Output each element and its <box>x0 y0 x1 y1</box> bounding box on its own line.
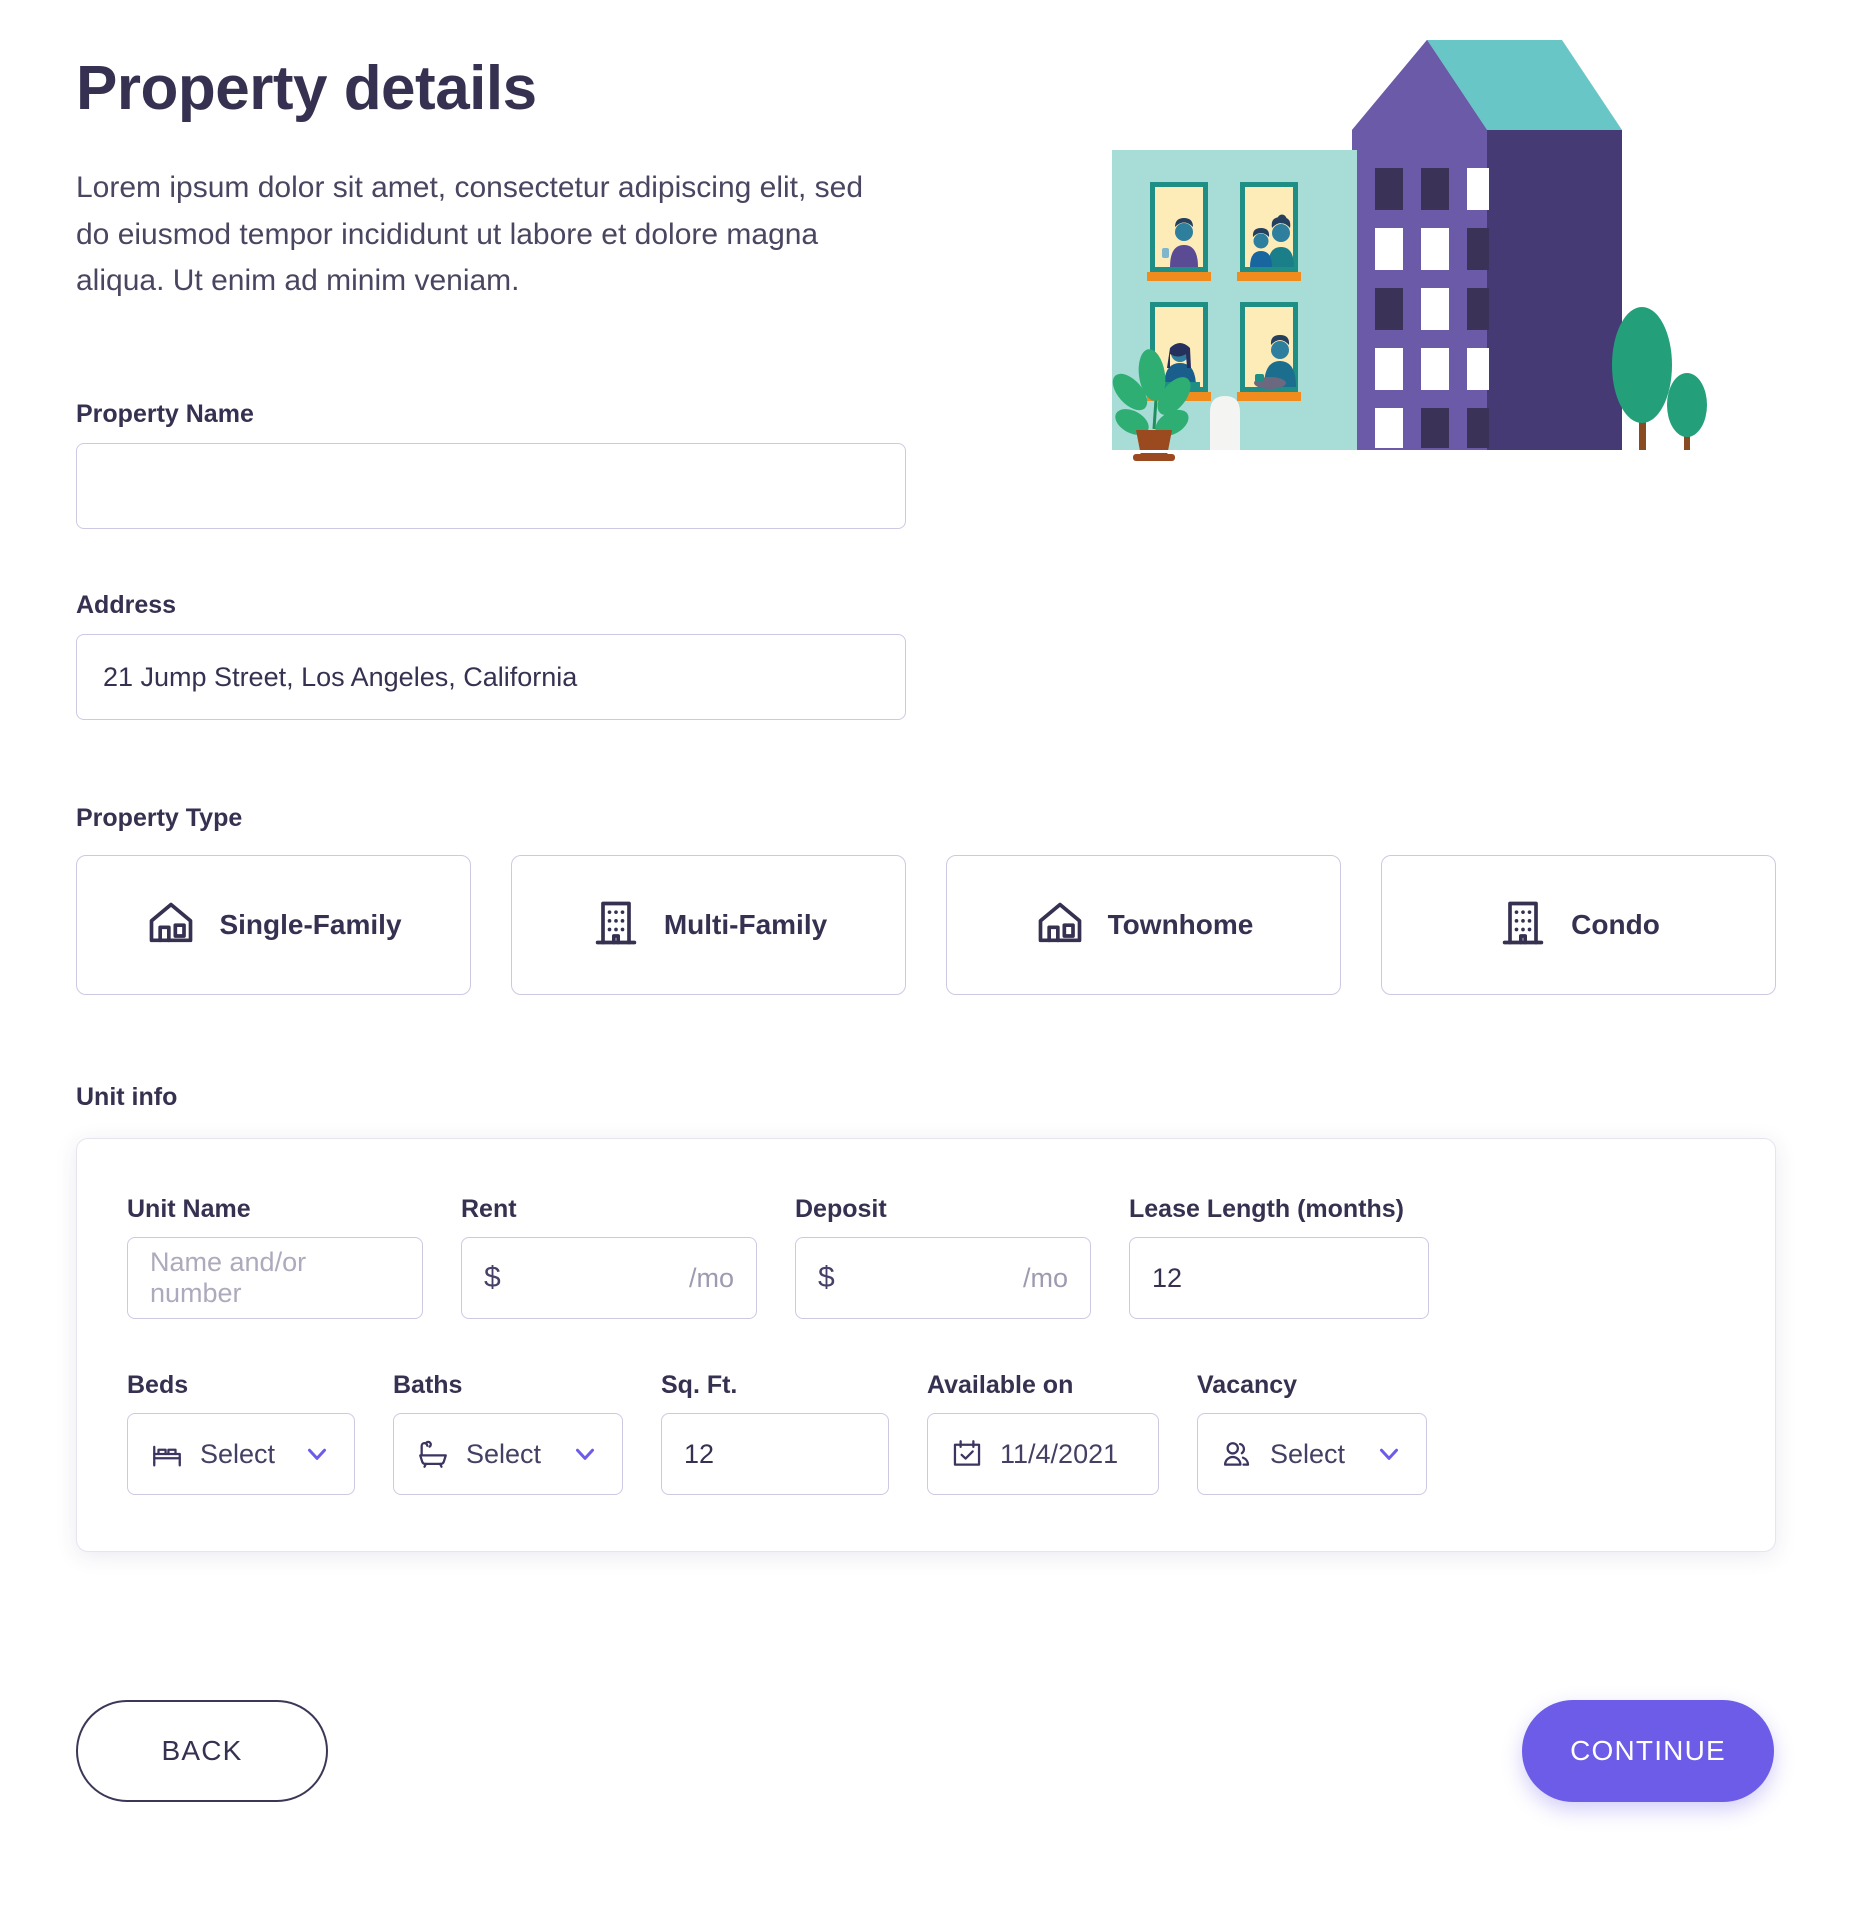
rent-field: Rent $ /mo <box>461 1195 757 1319</box>
property-type-option-multi-family[interactable]: Multi-Family <box>511 855 906 995</box>
vacancy-label: Vacancy <box>1197 1371 1298 1399</box>
page-subtitle: Lorem ipsum dolor sit amet, consectetur … <box>76 171 864 298</box>
property-type-section: Property Type Single-Family Multi-Family… <box>76 804 1776 995</box>
property-name-label: Property Name <box>76 400 254 428</box>
beds-select[interactable]: Select <box>127 1413 355 1495</box>
available-on-input[interactable]: 11/4/2021 <box>927 1413 1159 1495</box>
baths-field: Baths Select <box>393 1371 623 1495</box>
property-type-option-label: Single-Family <box>219 909 402 940</box>
available-on-field: Available on 11/4/2021 <box>927 1371 1159 1495</box>
deposit-field: Deposit $ /mo <box>795 1195 1091 1319</box>
house-icon <box>145 897 197 954</box>
available-on-value: 11/4/2021 <box>1000 1438 1119 1469</box>
vacancy-select[interactable]: Select <box>1197 1413 1427 1495</box>
beds-value: Select <box>200 1438 276 1469</box>
unit-info-label: Unit info <box>76 1083 178 1111</box>
property-name-group: Property Name <box>76 400 1776 529</box>
unit-name-placeholder: Name and/or number <box>150 1247 307 1308</box>
property-form: Property Name Address 21 Jump Street, Lo… <box>76 400 1776 1552</box>
calendar-check-icon <box>950 1437 984 1471</box>
rent-suffix: /mo <box>688 1262 734 1293</box>
sqft-input[interactable]: 12 <box>661 1413 889 1495</box>
property-type-label: Property Type <box>76 804 243 832</box>
lease-length-field: Lease Length (months) 12 <box>1129 1195 1429 1319</box>
continue-button[interactable]: CONTINUE <box>1522 1700 1774 1802</box>
unit-name-field: Unit Name Name and/or number <box>127 1195 423 1319</box>
property-type-option-single-family[interactable]: Single-Family <box>76 855 471 995</box>
deposit-label: Deposit <box>795 1195 887 1223</box>
currency-symbol: $ <box>484 1261 501 1294</box>
property-details-page: Property details Lorem ipsum dolor sit a… <box>0 0 1850 1918</box>
beds-label: Beds <box>127 1371 189 1399</box>
chevron-down-icon[interactable] <box>570 1439 600 1469</box>
unit-name-label: Unit Name <box>127 1195 251 1223</box>
vacancy-value: Select <box>1270 1438 1346 1469</box>
sqft-label: Sq. Ft. <box>661 1371 738 1399</box>
beds-field: Beds Select <box>127 1371 355 1495</box>
address-label: Address <box>76 591 177 619</box>
building-icon <box>590 897 642 954</box>
property-type-option-label: Townhome <box>1107 909 1254 940</box>
form-footer: BACK CONTINUE <box>76 1700 1774 1810</box>
property-name-input[interactable] <box>76 443 906 529</box>
chevron-down-icon[interactable] <box>1374 1439 1404 1469</box>
address-input[interactable]: 21 Jump Street, Los Angeles, California <box>76 634 906 720</box>
address-group: Address 21 Jump Street, Los Angeles, Cal… <box>76 591 1776 720</box>
rent-input[interactable]: $ /mo <box>461 1237 757 1319</box>
deposit-input[interactable]: $ /mo <box>795 1237 1091 1319</box>
property-type-option-condo[interactable]: Condo <box>1381 855 1776 995</box>
available-on-label: Available on <box>927 1371 1074 1399</box>
unit-info-card: Unit Name Name and/or number Rent $ /mo <box>76 1138 1776 1552</box>
building-icon <box>1497 897 1549 954</box>
back-button[interactable]: BACK <box>76 1700 328 1802</box>
property-type-options: Single-Family Multi-Family Townhome Cond… <box>76 855 1776 995</box>
bathtub-icon <box>416 1437 450 1471</box>
baths-value: Select <box>466 1438 542 1469</box>
lease-length-input[interactable]: 12 <box>1129 1237 1429 1319</box>
sqft-field: Sq. Ft. 12 <box>661 1371 889 1495</box>
unit-info-row-2: Beds Select Baths Select Sq. Ft. 12 Avai… <box>127 1371 1725 1495</box>
unit-info-row-1: Unit Name Name and/or number Rent $ /mo <box>127 1195 1725 1319</box>
baths-label: Baths <box>393 1371 463 1399</box>
vacancy-field: Vacancy Select <box>1197 1371 1427 1495</box>
deposit-suffix: /mo <box>1022 1262 1068 1293</box>
property-type-option-label: Multi-Family <box>663 909 828 940</box>
rent-label: Rent <box>461 1195 517 1223</box>
property-type-option-townhome[interactable]: Townhome <box>946 855 1341 995</box>
currency-symbol: $ <box>818 1261 835 1294</box>
house-icon <box>1034 897 1086 954</box>
bed-icon <box>150 1437 184 1471</box>
unit-name-input[interactable]: Name and/or number <box>127 1237 423 1319</box>
lease-length-label: Lease Length (months) <box>1129 1195 1405 1223</box>
people-icon <box>1220 1437 1254 1471</box>
unit-info-section: Unit info Unit Name Name and/or number R… <box>76 1083 1776 1552</box>
baths-select[interactable]: Select <box>393 1413 623 1495</box>
chevron-down-icon[interactable] <box>302 1439 332 1469</box>
property-type-option-label: Condo <box>1571 909 1660 940</box>
